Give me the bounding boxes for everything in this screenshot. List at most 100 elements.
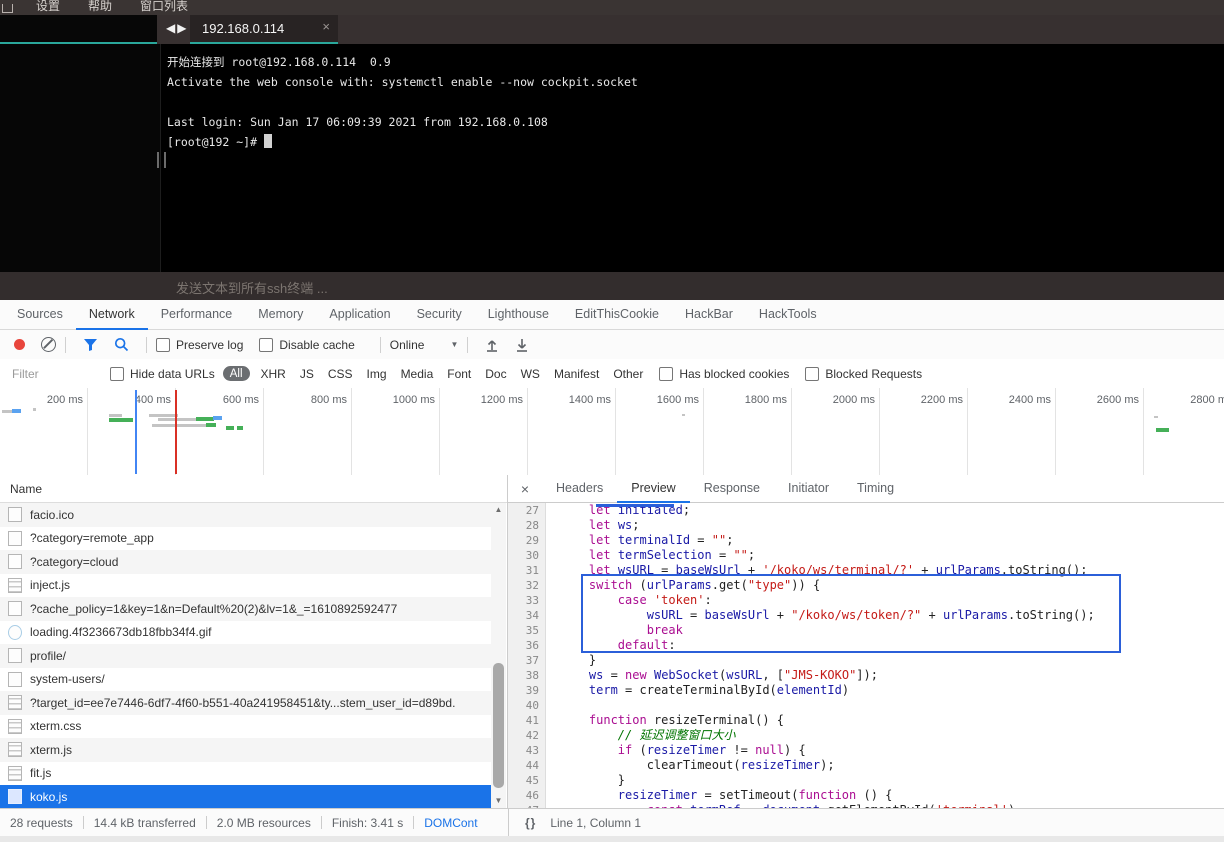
- line-number[interactable]: 39: [508, 683, 546, 698]
- line-number[interactable]: 34: [508, 608, 546, 623]
- detail-tab-timing[interactable]: Timing: [843, 475, 908, 503]
- tab-hacktools[interactable]: HackTools: [746, 300, 830, 330]
- scroll-down-icon[interactable]: ▼: [491, 794, 506, 808]
- tab-close-icon[interactable]: ×: [322, 19, 330, 34]
- scrollbar-thumb[interactable]: [493, 663, 504, 788]
- line-number[interactable]: 31: [508, 563, 546, 578]
- status-item: 2.0 MB resources: [217, 816, 311, 830]
- filter-input[interactable]: [10, 366, 100, 382]
- line-number[interactable]: 40: [508, 698, 546, 713]
- search-icon[interactable]: [114, 337, 129, 352]
- line-number[interactable]: 33: [508, 593, 546, 608]
- filter-type-other[interactable]: Other: [613, 367, 643, 381]
- line-number[interactable]: 29: [508, 533, 546, 548]
- hide-data-urls-checkbox[interactable]: [110, 367, 124, 381]
- detail-tab-preview[interactable]: Preview: [617, 475, 689, 503]
- preserve-log-checkbox[interactable]: [156, 338, 170, 352]
- request-table-header[interactable]: Name: [0, 475, 507, 503]
- request-row[interactable]: inject.js: [0, 574, 491, 598]
- tab-security[interactable]: Security: [404, 300, 475, 330]
- session-sidebar[interactable]: [0, 44, 161, 272]
- close-detail-icon[interactable]: ×: [508, 475, 542, 502]
- next-tab-icon[interactable]: ▶: [177, 21, 188, 35]
- filter-type-all[interactable]: All: [223, 366, 250, 381]
- tab-sources[interactable]: Sources: [4, 300, 76, 330]
- tab-network[interactable]: Network: [76, 300, 148, 330]
- line-number[interactable]: 44: [508, 758, 546, 773]
- format-code-icon[interactable]: {}: [525, 816, 536, 830]
- tab-editthiscookie[interactable]: EditThisCookie: [562, 300, 672, 330]
- request-row[interactable]: xterm.js: [0, 738, 491, 762]
- tab-hackbar[interactable]: HackBar: [672, 300, 746, 330]
- blocked-requests-checkbox[interactable]: [805, 367, 819, 381]
- line-number[interactable]: 41: [508, 713, 546, 728]
- tab-lighthouse[interactable]: Lighthouse: [475, 300, 562, 330]
- request-row[interactable]: ?category=remote_app: [0, 527, 491, 551]
- code-text: // 延迟调整窗口大小: [546, 728, 735, 743]
- code-preview[interactable]: 27 let initialed;28 let ws;29 let termin…: [508, 503, 1224, 808]
- request-row[interactable]: facio.ico: [0, 503, 491, 527]
- code-line: 34 wsURL = baseWsUrl + "/koko/ws/token/?…: [508, 608, 1224, 623]
- filter-type-css[interactable]: CSS: [328, 367, 353, 381]
- detail-tab-headers[interactable]: Headers: [542, 475, 617, 503]
- record-button[interactable]: [14, 339, 25, 350]
- line-number[interactable]: 35: [508, 623, 546, 638]
- throttling-caret-icon: ▼: [450, 340, 458, 349]
- filter-type-media[interactable]: Media: [401, 367, 434, 381]
- line-number[interactable]: 38: [508, 668, 546, 683]
- request-row[interactable]: ?cache_policy=1&key=1&n=Default%20(2)&lv…: [0, 597, 491, 621]
- tab-nav-arrows[interactable]: ◀▶: [166, 21, 188, 35]
- request-list-scrollbar[interactable]: ▲ ▼: [491, 503, 506, 808]
- line-number[interactable]: 43: [508, 743, 546, 758]
- request-row[interactable]: ?target_id=ee7e7446-6df7-4f60-b551-40a24…: [0, 691, 491, 715]
- line-number[interactable]: 28: [508, 518, 546, 533]
- timeline-tick-label: 1400 ms: [569, 394, 611, 406]
- terminal-tab[interactable]: 192.168.0.114 ×: [190, 15, 338, 44]
- filter-type-ws[interactable]: WS: [521, 367, 540, 381]
- detail-tab-response[interactable]: Response: [690, 475, 774, 503]
- menu-item[interactable]: 窗口列表: [140, 0, 188, 14]
- throttling-select[interactable]: Online: [390, 338, 425, 352]
- filter-icon[interactable]: [83, 338, 98, 352]
- broadcast-input[interactable]: 发送文本到所有ssh终端 ...: [0, 272, 1224, 300]
- line-number[interactable]: 30: [508, 548, 546, 563]
- filter-type-js[interactable]: JS: [300, 367, 314, 381]
- request-row[interactable]: profile/: [0, 644, 491, 668]
- clear-button[interactable]: [41, 337, 56, 352]
- request-row[interactable]: xterm.css: [0, 715, 491, 739]
- terminal-viewport[interactable]: 开始连接到 root@192.168.0.114 0.9Activate the…: [0, 44, 1224, 272]
- detail-tab-initiator[interactable]: Initiator: [774, 475, 843, 503]
- menu-item[interactable]: 设置: [36, 0, 60, 14]
- line-number[interactable]: 42: [508, 728, 546, 743]
- filter-type-font[interactable]: Font: [447, 367, 471, 381]
- request-row[interactable]: ?category=cloud: [0, 550, 491, 574]
- export-har-icon[interactable]: [515, 338, 529, 352]
- line-number[interactable]: 37: [508, 653, 546, 668]
- code-line: 38 ws = new WebSocket(wsURL, ["JMS-KOKO"…: [508, 668, 1224, 683]
- line-number[interactable]: 27: [508, 503, 546, 518]
- tab-application[interactable]: Application: [316, 300, 403, 330]
- tab-memory[interactable]: Memory: [245, 300, 316, 330]
- request-row[interactable]: koko.js: [0, 785, 491, 808]
- line-number[interactable]: 36: [508, 638, 546, 653]
- import-har-icon[interactable]: [485, 338, 499, 352]
- code-line: 33 case 'token':: [508, 593, 1224, 608]
- filter-type-doc[interactable]: Doc: [485, 367, 506, 381]
- line-number[interactable]: 32: [508, 578, 546, 593]
- filter-type-xhr[interactable]: XHR: [261, 367, 286, 381]
- prev-tab-icon[interactable]: ◀: [166, 21, 177, 35]
- filter-type-img[interactable]: Img: [367, 367, 387, 381]
- scroll-up-icon[interactable]: ▲: [491, 503, 506, 517]
- network-overview-timeline[interactable]: 200 ms400 ms600 ms800 ms1000 ms1200 ms14…: [0, 388, 1224, 476]
- line-number[interactable]: 45: [508, 773, 546, 788]
- request-row[interactable]: fit.js: [0, 762, 491, 786]
- line-number[interactable]: 46: [508, 788, 546, 803]
- has-blocked-cookies-checkbox[interactable]: [659, 367, 673, 381]
- menu-item[interactable]: 帮助: [88, 0, 112, 14]
- request-row[interactable]: system-users/: [0, 668, 491, 692]
- filter-type-manifest[interactable]: Manifest: [554, 367, 599, 381]
- terminal-resize-handle[interactable]: [157, 152, 166, 168]
- disable-cache-checkbox[interactable]: [259, 338, 273, 352]
- tab-performance[interactable]: Performance: [148, 300, 246, 330]
- request-row[interactable]: loading.4f3236673db18fbb34f4.gif: [0, 621, 491, 645]
